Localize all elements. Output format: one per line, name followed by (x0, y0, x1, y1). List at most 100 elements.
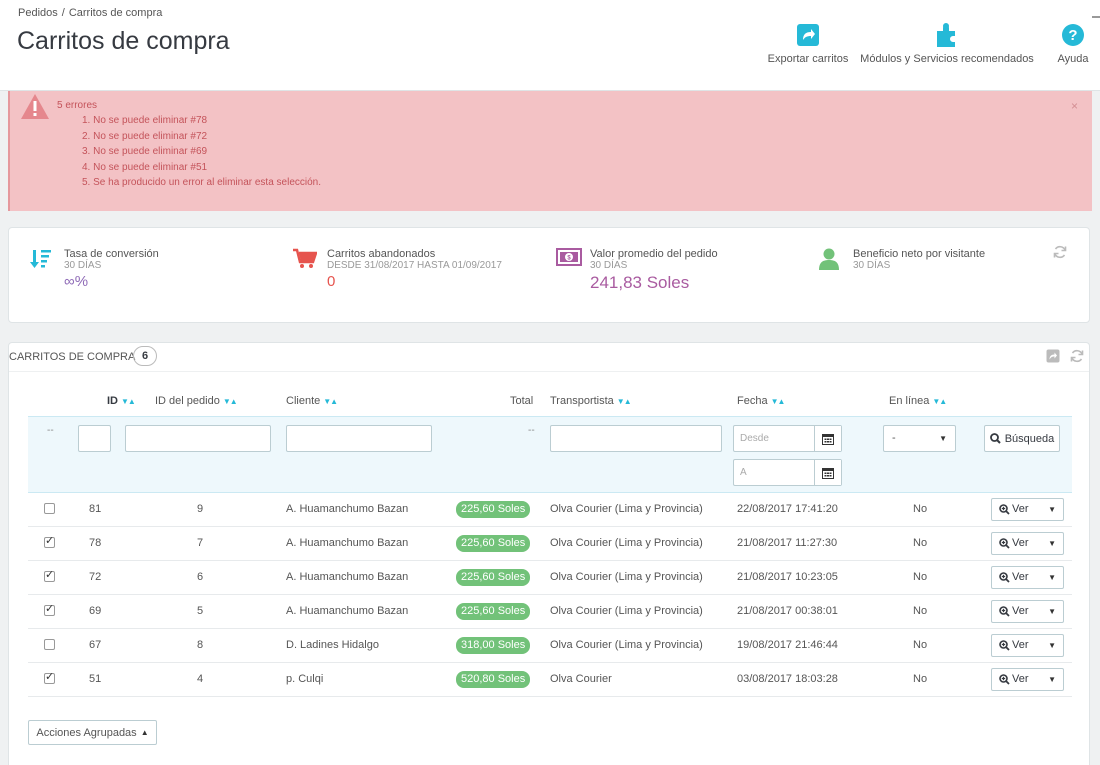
column-header-id[interactable]: ID ▼▲ (107, 395, 136, 407)
export-icon[interactable] (1045, 348, 1061, 364)
shopping-cart-icon (293, 248, 318, 273)
kpi-title: Beneficio neto por visitante (853, 248, 986, 260)
sort-icon[interactable]: ▼▲ (771, 397, 786, 406)
column-label: Cliente (286, 395, 321, 407)
minimize-icon[interactable] (1092, 16, 1100, 18)
bulk-actions-label: Acciones Agrupadas (36, 726, 137, 739)
kpi-subtitle: 30 DÍAS (590, 260, 628, 271)
view-button[interactable]: Ver ▼ (991, 634, 1064, 657)
view-label: Ver (1012, 673, 1029, 685)
svg-text:?: ? (1068, 27, 1077, 44)
filter-date-from-input[interactable]: Desde (733, 425, 842, 452)
kpi-panel: Tasa de conversión 30 DÍAS ∞% Carritos a… (8, 227, 1090, 323)
row-checkbox[interactable] (44, 503, 55, 514)
refresh-icon[interactable] (1053, 245, 1067, 262)
filter-order-id-input[interactable] (125, 425, 271, 452)
kpi-net-profit: Beneficio neto por visitante 30 DÍAS (819, 248, 986, 271)
puzzle-icon (850, 22, 1044, 48)
bulk-actions-button[interactable]: Acciones Agrupadas ▲ (28, 720, 157, 745)
total-badge: 225,60 Soles (456, 501, 531, 518)
row-checkbox[interactable] (44, 534, 55, 548)
total-badge: 520,80 Soles (456, 671, 531, 688)
breadcrumb-separator: / (61, 7, 65, 19)
kpi-subtitle: 30 DÍAS (853, 260, 891, 271)
error-item: 3. No se puede eliminar #69 (82, 146, 208, 157)
error-item: 5. Se ha producido un error al eliminar … (82, 177, 322, 188)
column-label: Transportista (550, 395, 614, 407)
export-carts-button[interactable]: Exportar carritos (763, 22, 853, 65)
chevron-down-icon[interactable]: ▼ (1048, 635, 1056, 656)
view-button[interactable]: Ver ▼ (991, 532, 1064, 555)
chevron-down-icon[interactable]: ▼ (1048, 533, 1056, 554)
column-header-total: Total (510, 395, 533, 407)
column-header-client[interactable]: Cliente ▼▲ (286, 395, 338, 407)
breadcrumb-parent[interactable]: Pedidos (18, 7, 58, 19)
sort-icon[interactable]: ▼▲ (932, 397, 947, 406)
view-button[interactable]: Ver ▼ (991, 498, 1064, 521)
row-checkbox[interactable] (44, 639, 55, 650)
kpi-subtitle: DESDE 31/08/2017 HASTA 01/09/2017 (327, 260, 502, 271)
page-header: Pedidos / Carritos de compra Carritos de c… (0, 0, 1100, 91)
date-to-placeholder: A (740, 467, 747, 478)
column-label: ID del pedido (155, 395, 220, 407)
view-button[interactable]: Ver ▼ (991, 600, 1064, 623)
total-badge: 225,60 Soles (456, 535, 531, 552)
panel-heading: CARRITOS DE COMPRA 6 (9, 343, 1089, 372)
filter-id-input[interactable] (78, 425, 111, 452)
alert-close-button[interactable]: × (1071, 99, 1078, 113)
sort-icon[interactable]: ▼▲ (617, 397, 632, 406)
view-button[interactable]: Ver ▼ (991, 566, 1064, 589)
filter-carrier-input[interactable] (550, 425, 722, 452)
calendar-icon[interactable] (814, 460, 841, 485)
error-item: 1. No se puede eliminar #78 (82, 115, 208, 126)
sort-icon[interactable]: ▼▲ (323, 397, 338, 406)
table-row: 67 8 D. Ladines Hidalgo 318,00 Soles Olv… (28, 629, 1072, 663)
filter-online-select[interactable]: - ▼ (883, 425, 956, 452)
panel-title: CARRITOS DE COMPRA (9, 351, 136, 363)
table-row: 69 5 A. Huamanchumo Bazan 225,60 Soles O… (28, 595, 1072, 629)
chevron-up-icon: ▲ (140, 728, 149, 737)
date-from-placeholder: Desde (740, 433, 769, 444)
select-value: - (892, 432, 896, 444)
cell-client: A. Huamanchumo Bazan (286, 571, 409, 583)
calendar-icon[interactable] (814, 426, 841, 451)
help-icon: ? (1051, 22, 1095, 48)
cell-client: A. Huamanchumo Bazan (286, 605, 409, 617)
kpi-title: Tasa de conversión (64, 248, 159, 260)
warning-icon (20, 93, 50, 123)
cell-date: 22/08/2017 17:41:20 (737, 503, 838, 515)
chevron-down-icon[interactable]: ▼ (1048, 499, 1056, 520)
search-button[interactable]: Búsqueda (984, 425, 1060, 452)
view-label: Ver (1012, 571, 1029, 583)
column-label: ID (107, 395, 118, 407)
view-button[interactable]: Ver ▼ (991, 668, 1064, 691)
chevron-down-icon[interactable]: ▼ (1048, 601, 1056, 622)
filter-client-input[interactable] (286, 425, 432, 452)
cell-id: 78 (89, 537, 102, 549)
sort-icon[interactable]: ▼▲ (223, 397, 238, 406)
chevron-down-icon[interactable]: ▼ (1048, 567, 1056, 588)
cell-online: No (913, 639, 928, 651)
cell-carrier: Olva Courier (550, 673, 612, 685)
sort-icon[interactable]: ▼▲ (121, 397, 136, 406)
column-header-online[interactable]: En línea ▼▲ (889, 395, 947, 407)
chevron-down-icon[interactable]: ▼ (1048, 669, 1056, 690)
refresh-icon[interactable] (1069, 348, 1085, 364)
row-checkbox[interactable] (44, 568, 55, 582)
export-carts-label: Exportar carritos (767, 53, 849, 65)
modules-services-button[interactable]: Módulos y Servicios recomendados (850, 22, 1044, 65)
filter-date-to-input[interactable]: A (733, 459, 842, 486)
column-label: Total (510, 395, 534, 407)
table-row: 81 9 A. Huamanchumo Bazan 225,60 Soles O… (28, 493, 1072, 527)
column-header-carrier[interactable]: Transportista ▼▲ (550, 395, 632, 407)
row-checkbox[interactable] (44, 602, 55, 616)
help-button[interactable]: ? Ayuda (1051, 22, 1095, 65)
column-header-date[interactable]: Fecha ▼▲ (737, 395, 786, 407)
row-checkbox[interactable] (44, 670, 55, 684)
column-header-order-id[interactable]: ID del pedido ▼▲ (155, 395, 238, 407)
cart-count-badge: 6 (133, 346, 157, 366)
cell-order-id: 9 (197, 503, 204, 515)
error-list: 1. No se puede eliminar #78 2. No se pue… (82, 113, 321, 191)
filter-row: -- -- Desde A - ▼ Búsqueda (28, 416, 1072, 493)
cell-id: 67 (89, 639, 102, 651)
